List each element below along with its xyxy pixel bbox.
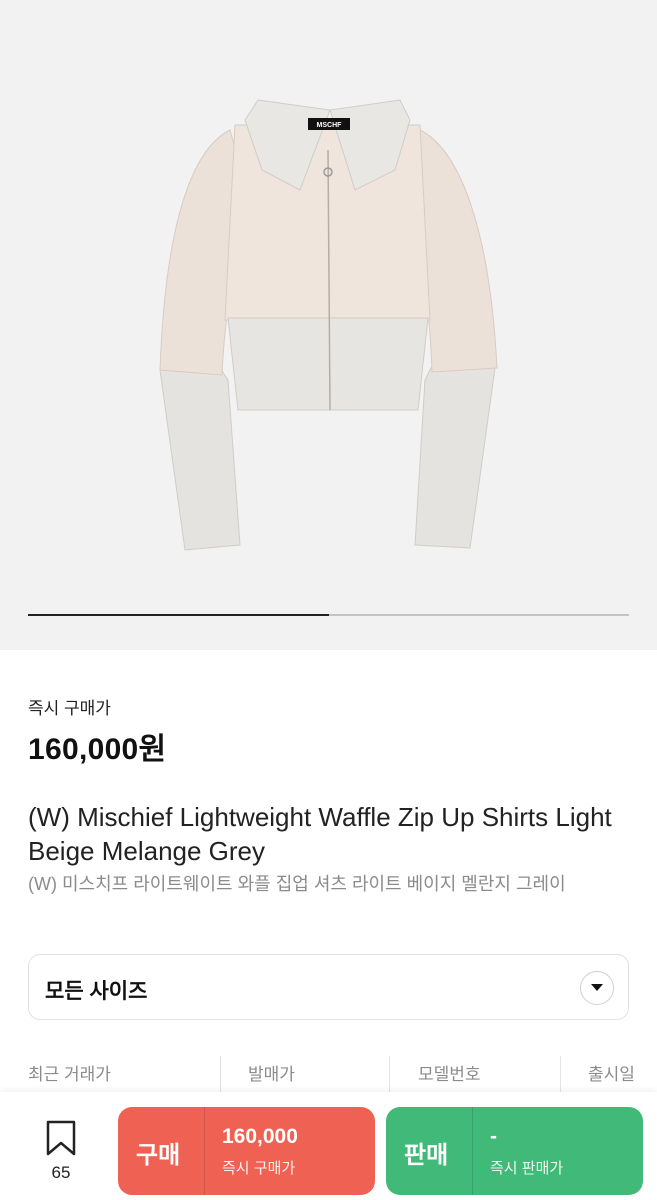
product-image-carousel[interactable]: MSCHF <box>0 0 657 650</box>
recent-price-label: 최근 거래가 <box>28 1065 111 1084</box>
sell-price: - <box>490 1125 497 1148</box>
carousel-progress <box>28 614 629 616</box>
divider <box>472 1107 473 1195</box>
release-price-label: 발매가 <box>248 1065 295 1084</box>
sell-sub-label: 즉시 판매가 <box>490 1160 564 1177</box>
buy-button[interactable]: 구매 160,000 즉시 구매가 <box>118 1107 375 1195</box>
price-value: 160,000원 <box>28 733 167 766</box>
buy-price: 160,000 <box>222 1125 298 1148</box>
carousel-progress-fill <box>28 614 329 616</box>
release-date-label: 출시일 <box>588 1065 635 1084</box>
sell-button[interactable]: 판매 - 즉시 판매가 <box>386 1107 643 1195</box>
model-number-label: 모델번호 <box>418 1065 481 1084</box>
bookmark-icon <box>46 1120 76 1156</box>
divider <box>204 1107 205 1195</box>
size-select-label: 모든 사이즈 <box>45 980 148 1003</box>
chevron-down-icon <box>580 971 614 1005</box>
bookmark-count: 65 <box>51 1163 71 1182</box>
sell-label: 판매 <box>404 1142 449 1169</box>
divider <box>389 1056 390 1096</box>
price-label: 즉시 구매가 <box>28 699 111 718</box>
buy-label: 구매 <box>136 1142 181 1169</box>
brand-label: MSCHF <box>317 122 343 129</box>
product-title-ko: (W) 미스치프 라이트웨이트 와플 집업 셔츠 라이트 베이지 멜란지 그레이 <box>28 874 566 894</box>
buy-sub-label: 즉시 구매가 <box>222 1160 296 1177</box>
product-title-en: (W) Mischief Lightweight Waffle Zip Up S… <box>28 802 612 866</box>
bottom-action-bar: 65 구매 160,000 즉시 구매가 판매 - 즉시 판매가 <box>0 1092 657 1200</box>
bookmark-button[interactable]: 65 <box>40 1120 82 1183</box>
product-image: MSCHF <box>159 99 498 551</box>
divider <box>560 1056 561 1096</box>
divider <box>220 1056 221 1096</box>
size-select[interactable]: 모든 사이즈 <box>28 954 629 1020</box>
